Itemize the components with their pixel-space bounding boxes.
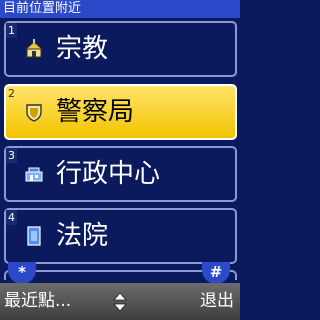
government-icon [25,167,43,182]
item-label: 宗教 [56,34,109,64]
item-number: 1 [6,23,17,38]
list-item-religion[interactable]: 1 宗教 [4,21,237,77]
item-label: 法院 [56,221,109,251]
up-down-arrows-icon [113,292,127,312]
item-number: 3 [6,148,17,163]
hash-key-hint: # [202,262,230,284]
nearest-softkey[interactable]: 最近點... [4,283,71,320]
item-number: 2 [8,87,15,100]
title-bar: 目前位置附近 [0,0,240,18]
church-icon [24,39,44,58]
star-key-hint: * [8,262,36,284]
exit-softkey[interactable]: 退出 [200,283,234,320]
item-label: 行政中心 [56,159,161,189]
list-item-police[interactable]: 2 警察局 [4,84,237,140]
police-badge-icon [26,104,42,122]
courthouse-icon [27,226,41,246]
category-list: 1 宗教 2 警察局 3 行政中心 4 法院 [0,18,240,280]
softkey-bar: 最近點... 退出 [0,283,240,320]
item-number: 4 [6,210,17,225]
screen-title: 目前位置附近 [3,1,82,16]
item-label: 警察局 [56,97,135,127]
list-item-government[interactable]: 3 行政中心 [4,146,237,202]
list-item-court[interactable]: 4 法院 [4,208,237,264]
